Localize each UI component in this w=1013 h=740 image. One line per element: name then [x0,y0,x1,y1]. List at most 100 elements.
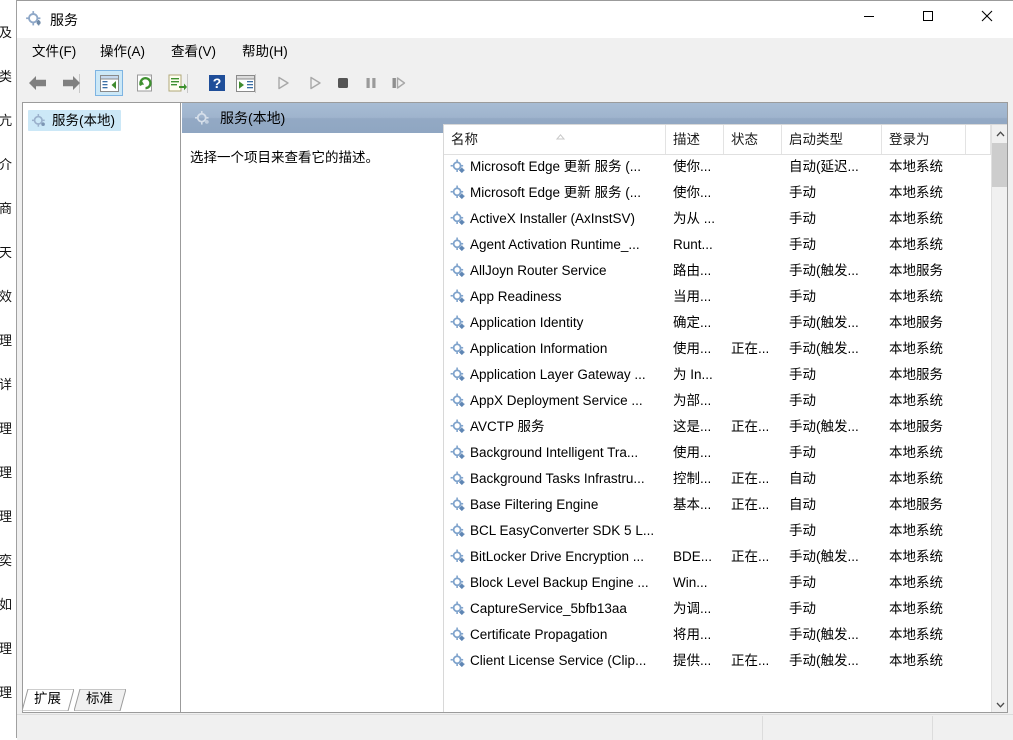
cell-status: 正在... [731,419,770,434]
menu-action[interactable]: 操作(A) [93,41,152,62]
cell-startup-type: 手动(触发... [789,419,859,434]
cell-description: 为部... [673,393,712,408]
cell-status: 正在... [731,653,770,668]
background-window-text: 奕 [0,553,13,568]
listview-rows[interactable]: Microsoft Edge 更新 服务 (... 使你... 自动(延迟... 本地… [444,154,991,712]
table-row[interactable]: Background Tasks Infrastru... 控制... 正在... 自… [444,466,991,492]
table-row[interactable]: AppX Deployment Service ... 为部... 手动 本地系统 [444,388,991,414]
help-button[interactable]: ? [203,70,231,96]
show-hide-console-tree-button[interactable] [95,70,123,96]
table-row[interactable]: ActiveX Installer (AxInstSV) 为从 ... 手动 本地系统 [444,206,991,232]
column-header-name[interactable]: 名称 [444,125,666,154]
cell-log-on-as: 本地系统 [889,289,943,304]
forward-button[interactable] [57,70,85,96]
table-row[interactable]: CaptureService_5bfb13aa 为调... 手动 本地系统 [444,596,991,622]
resume-service-button[interactable] [301,70,329,96]
table-row[interactable]: Block Level Backup Engine ... Win... 手动 本地系… [444,570,991,596]
background-window-text: 类 [0,69,13,84]
cell-service-name: Microsoft Edge 更新 服务 (... [470,159,642,174]
table-row[interactable]: AVCTP 服务 这是... 正在... 手动(触发... 本地服务 [444,414,991,440]
cell-startup-type: 手动 [789,575,816,590]
cell-startup-type: 手动 [789,601,816,616]
view-tab-extended[interactable]: 扩展 [22,689,74,711]
table-row[interactable]: Base Filtering Engine 基本... 正在... 自动 本地服务 [444,492,991,518]
background-window-text: 理 [0,465,13,480]
stop-service-button[interactable] [329,70,357,96]
maximize-button[interactable] [904,1,951,31]
table-row[interactable]: BitLocker Drive Encryption ... BDE... 正在..… [444,544,991,570]
tab-label: 扩展 [34,691,61,706]
cell-startup-type: 自动 [789,471,816,486]
table-row[interactable]: Agent Activation Runtime_... Runt... 手动 本地系… [444,232,991,258]
cell-status [724,518,782,544]
cell-description: 路由... [673,263,712,278]
restart-service-button[interactable] [385,70,413,96]
refresh-button[interactable] [131,70,159,96]
start-service-button[interactable] [269,70,297,96]
table-row[interactable]: Application Information 使用... 正在... 手动(触发..… [444,336,991,362]
cell-startup-type: 手动 [789,367,816,382]
sort-ascending-icon [555,128,566,140]
table-row[interactable]: BCL EasyConverter SDK 5 L... 手动 本地系统 [444,518,991,544]
table-row[interactable]: Background Intelligent Tra... 使用... 手动 本地系统 [444,440,991,466]
table-row[interactable]: Application Identity 确定... 手动(触发... 本地服务 [444,310,991,336]
tab-label: 标准 [86,691,113,706]
pause-service-button[interactable] [357,70,385,96]
tree-item-services-local[interactable]: 服务(本地) [28,110,121,131]
menu-file[interactable]: 文件(F) [25,41,83,62]
scroll-up-button[interactable] [992,125,1007,142]
cell-description: 为 In... [673,367,713,382]
background-window-text: 及 [0,25,13,40]
column-header-description[interactable]: 描述 [666,125,724,154]
background-window-text: 商 [0,201,13,216]
background-window-text: 详 [0,377,13,392]
back-button[interactable] [23,70,51,96]
table-row[interactable]: Application Layer Gateway ... 为 In... 手动 本地… [444,362,991,388]
close-button[interactable] [963,1,1010,31]
cell-log-on-as: 本地系统 [889,211,943,226]
cell-service-name: Application Layer Gateway ... [470,367,646,382]
table-row[interactable]: Client License Service (Clip... 提供... 正在..… [444,648,991,674]
cell-startup-type: 手动(触发... [789,341,859,356]
column-header-status[interactable]: 状态 [724,125,782,154]
cell-description: 为从 ... [673,211,716,226]
cell-status [724,622,782,648]
minimize-button[interactable] [845,1,892,31]
cell-service-name: Certificate Propagation [470,627,608,642]
cell-description: 使你... [673,159,712,174]
cell-startup-type: 手动 [789,445,816,460]
background-window-text: 理 [0,421,13,436]
table-row[interactable]: Certificate Propagation 将用... 手动(触发... 本地系统 [444,622,991,648]
listview-scrollbar[interactable] [991,125,1007,712]
view-tab-standard[interactable]: 标准 [74,689,126,711]
cell-startup-type: 手动(触发... [789,549,859,564]
cell-startup-type: 手动 [789,185,816,200]
cell-status: 正在... [731,341,770,356]
show-action-pane-button[interactable] [231,70,259,96]
cell-service-name: Agent Activation Runtime_... [470,237,640,252]
background-window-text: 效 [0,289,13,304]
cell-startup-type: 手动(触发... [789,315,859,330]
table-row[interactable]: Microsoft Edge 更新 服务 (... 使你... 自动(延迟... 本地… [444,154,991,180]
menu-view[interactable]: 查看(V) [164,41,223,62]
description-pane: 选择一个项目来查看它的描述。 [182,133,442,712]
result-pane: 服务(本地) 选择一个项目来查看它的描述。 名称 描述 状态 启动类型 登录为 [182,103,1007,712]
cell-description: BDE... [673,549,713,564]
table-row[interactable]: AllJoyn Router Service 路由... 手动(触发... 本地服务 [444,258,991,284]
table-row[interactable]: Microsoft Edge 更新 服务 (... 使你... 手动 本地系统 [444,180,991,206]
menu-help[interactable]: 帮助(H) [235,41,295,62]
cell-log-on-as: 本地系统 [889,393,943,408]
cell-log-on-as: 本地系统 [889,653,943,668]
services-window: 服务 文件(F) 操作(A) 查看(V) 帮助(H) ? 服务(本地) 服务(本… [17,0,1013,740]
column-header-log-on-as[interactable]: 登录为 [882,125,966,154]
cell-status [724,362,782,388]
table-row[interactable]: App Readiness 当用... 手动 本地系统 [444,284,991,310]
cell-startup-type: 手动(触发... [789,653,859,668]
column-header-startup-type[interactable]: 启动类型 [782,125,882,154]
cell-log-on-as: 本地系统 [889,159,943,174]
cell-description: 基本... [673,497,712,512]
export-list-button[interactable] [163,70,191,96]
services-listview[interactable]: 名称 描述 状态 启动类型 登录为 Microsoft Edge 更新 服务 (… [443,124,1007,712]
tree-item-label: 服务(本地) [52,112,115,128]
scrollbar-thumb[interactable] [992,143,1007,187]
